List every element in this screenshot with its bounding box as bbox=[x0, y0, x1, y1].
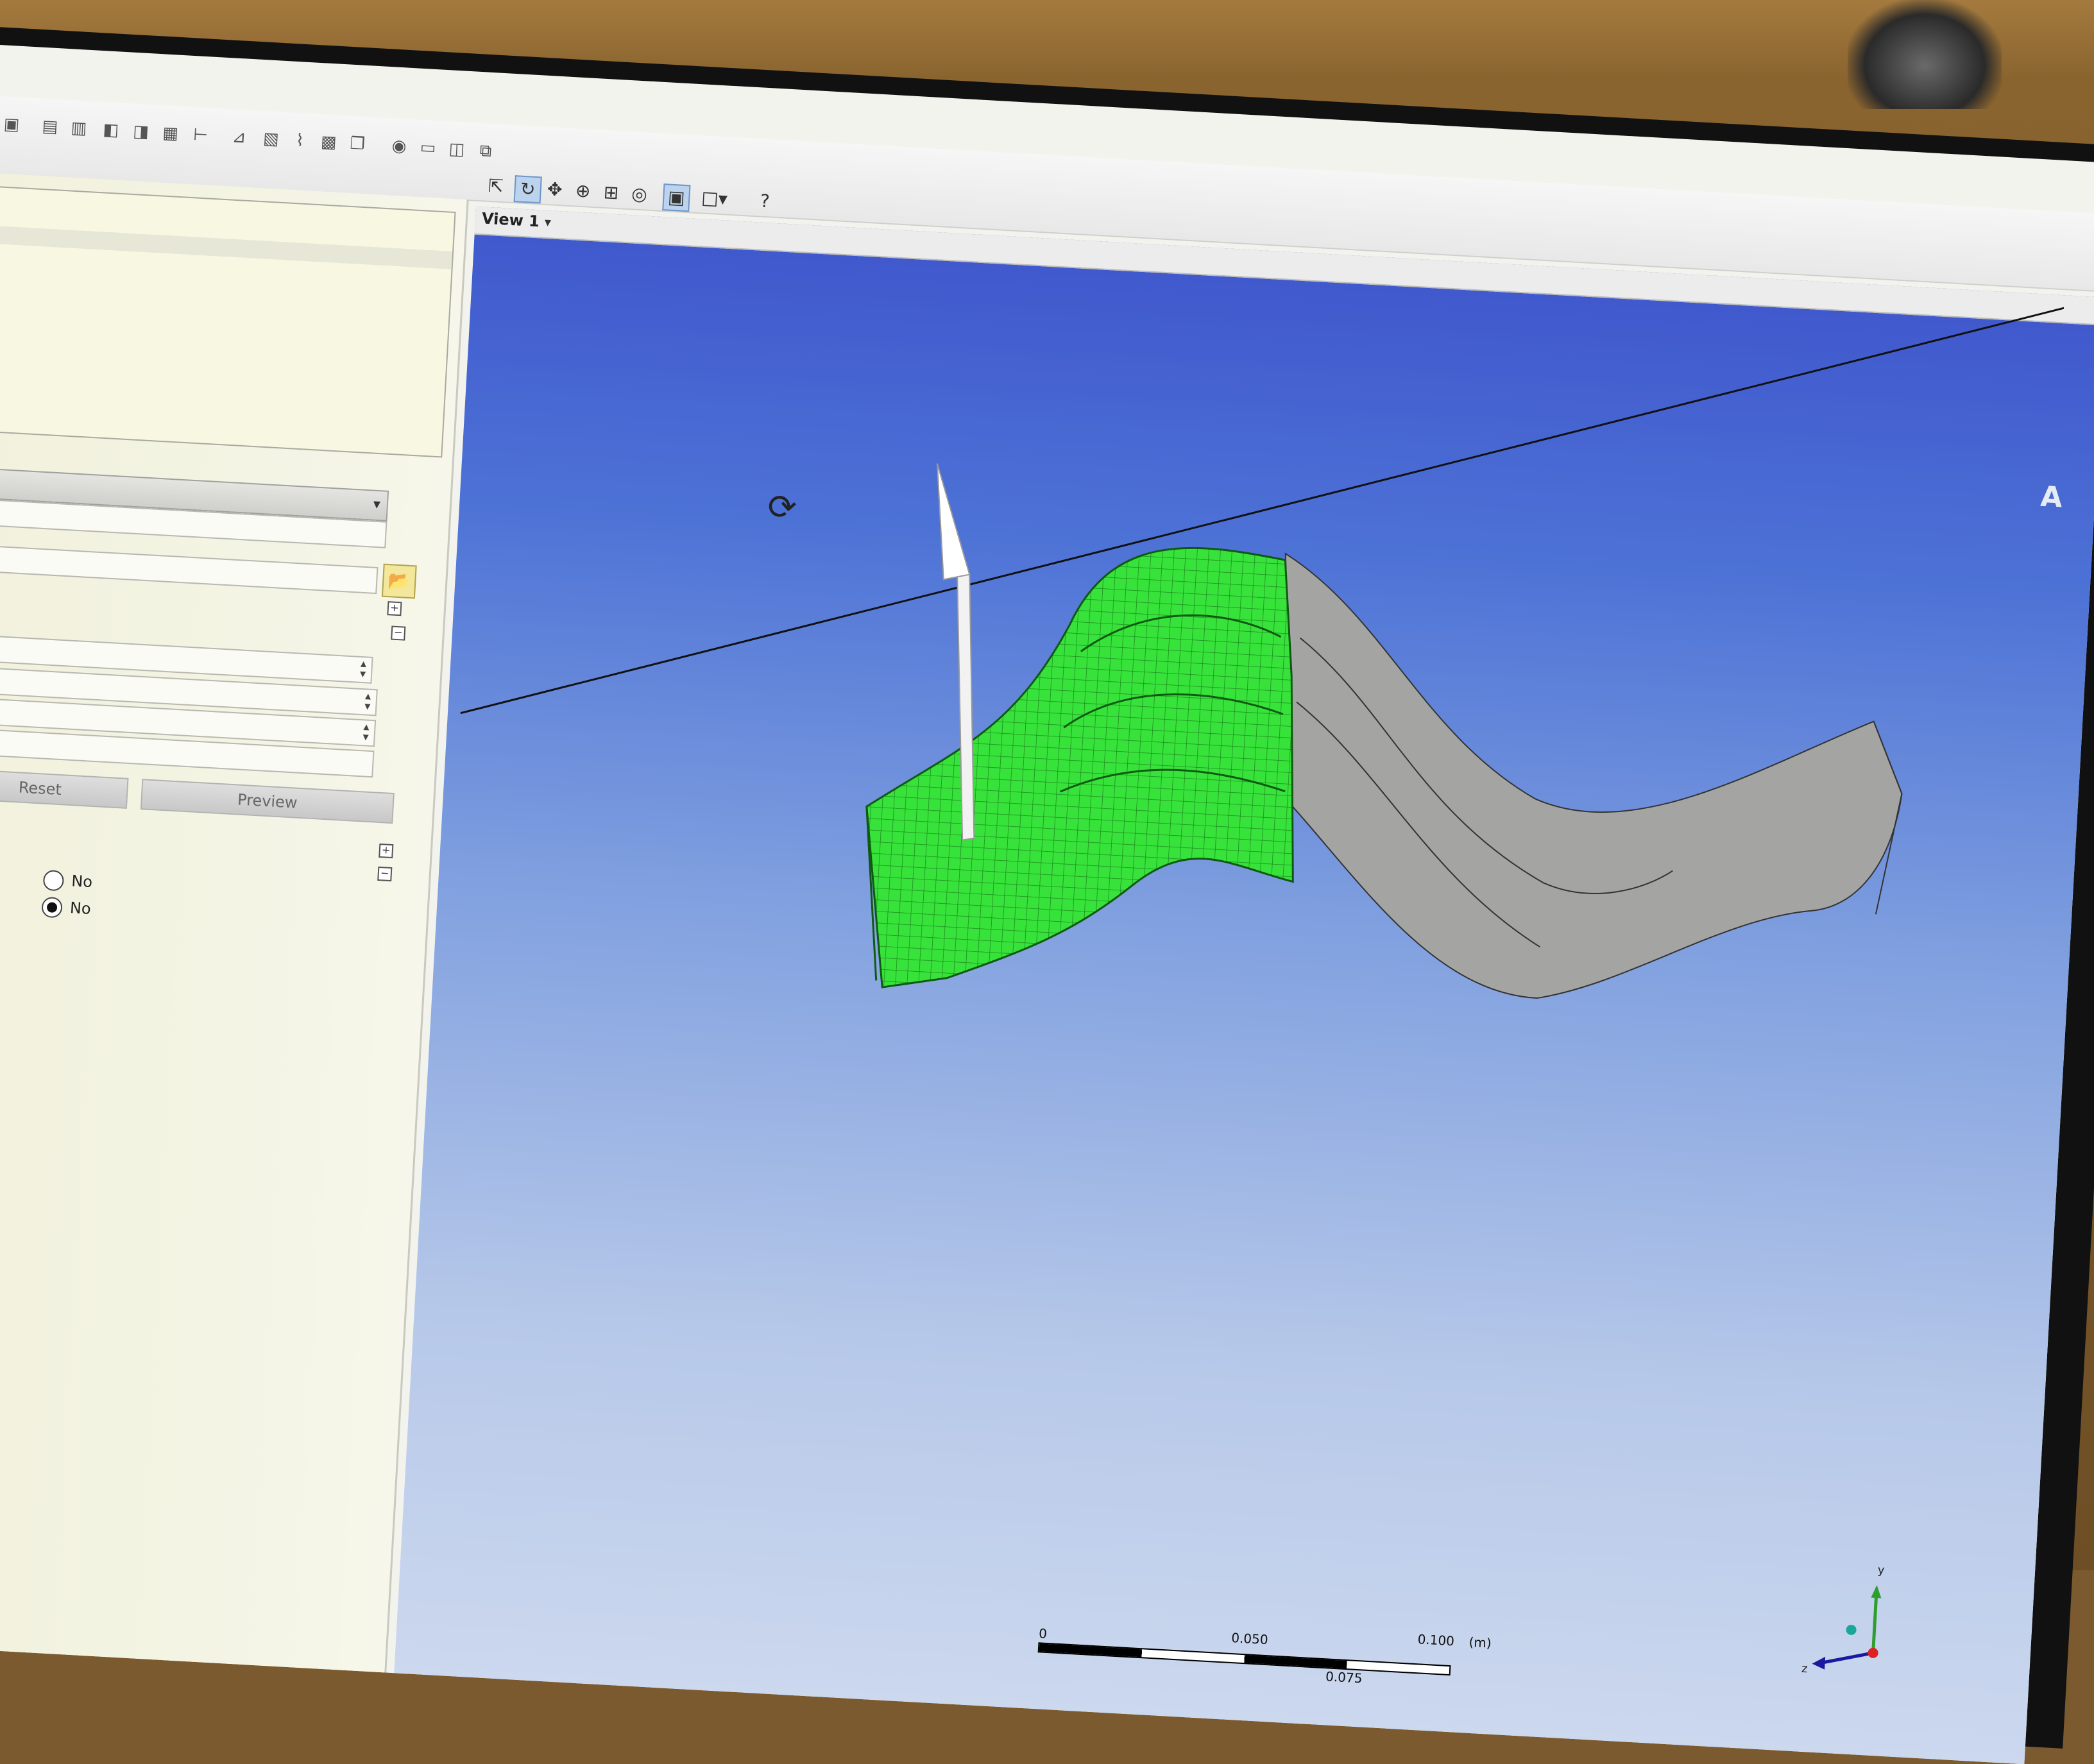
graphics-viewport[interactable]: ⇱ ↻ ✥ ⊕ ⊞ ◎ ▣ □▾ ? View 1 ▾ A ⟳ 0 0.050 … bbox=[393, 175, 2094, 1764]
camera-icon[interactable]: ◉ bbox=[389, 136, 409, 157]
rotation-arrow-head bbox=[936, 463, 971, 581]
scale-label-075: 0.075 bbox=[1325, 1668, 1363, 1686]
scale-label-100: 0.100 bbox=[1417, 1631, 1455, 1649]
grid-icon[interactable]: ▩ bbox=[319, 132, 339, 153]
display-style-icon[interactable]: □▾ bbox=[701, 185, 728, 211]
y-axis bbox=[1871, 1595, 1878, 1654]
draft-icon[interactable]: ⊿ bbox=[229, 127, 250, 148]
spinner-icon[interactable]: ▴ ▾ bbox=[360, 657, 367, 681]
help-icon[interactable]: ? bbox=[752, 189, 778, 214]
layer-icon[interactable]: ▧ bbox=[261, 129, 282, 149]
copy-icon[interactable]: ❐ bbox=[347, 134, 368, 155]
collapse-icon[interactable]: − bbox=[377, 866, 393, 882]
file-path-field[interactable] bbox=[0, 544, 379, 595]
rotate-icon[interactable]: ↻ bbox=[513, 175, 542, 204]
details-group-box bbox=[0, 185, 456, 458]
radio-button-checked[interactable] bbox=[41, 896, 63, 919]
radio-label: No bbox=[69, 899, 92, 918]
radio-button[interactable] bbox=[42, 869, 65, 892]
details-header-row bbox=[0, 225, 453, 269]
cube-alt-icon[interactable]: ◨ bbox=[131, 122, 151, 142]
reset-button[interactable]: Reset bbox=[0, 768, 129, 809]
preview-button[interactable]: Preview bbox=[140, 779, 395, 824]
tree-icon[interactable]: ⊢ bbox=[191, 125, 211, 146]
frame-icon[interactable]: ▣ bbox=[662, 183, 691, 212]
pipe-icon[interactable]: ⌇ bbox=[290, 131, 311, 151]
x-axis-marker bbox=[1868, 1647, 1878, 1658]
pan-icon[interactable]: ✥ bbox=[542, 177, 568, 203]
application-window: ▣ ▤ ▥ ◧ ◨ ▦ ⊢ ⊿ ▧ ⌇ ▩ ❐ ◉ ▭ ◫ ⧉ ▾ 📂 + − … bbox=[0, 45, 2094, 1764]
z-axis-head bbox=[1812, 1656, 1826, 1670]
solid-icon[interactable]: ▤ bbox=[40, 117, 60, 137]
3d-scene[interactable]: ⟳ bbox=[396, 207, 2064, 1717]
cube-icon[interactable]: ◧ bbox=[101, 120, 121, 140]
select-cursor-icon[interactable]: ⇱ bbox=[483, 173, 509, 199]
expand-icon[interactable]: + bbox=[387, 601, 402, 616]
z-axis bbox=[1821, 1651, 1874, 1665]
y-axis-head bbox=[1871, 1585, 1882, 1599]
panel-icon[interactable]: ◫ bbox=[447, 139, 467, 160]
block-icon[interactable]: ▦ bbox=[160, 123, 181, 144]
triad-point bbox=[1846, 1624, 1857, 1635]
scale-label-0: 0 bbox=[1038, 1625, 1048, 1641]
gray-passage-body bbox=[1284, 552, 1903, 999]
expand-icon[interactable]: + bbox=[379, 843, 394, 859]
axis-triad bbox=[1812, 1585, 1882, 1670]
bar-icon[interactable]: ▥ bbox=[69, 118, 89, 139]
window-icon[interactable]: ▭ bbox=[418, 138, 438, 158]
radio-label: No bbox=[71, 872, 93, 892]
zoom-fit-icon[interactable]: ◎ bbox=[627, 182, 652, 207]
box-icon[interactable]: ▣ bbox=[1, 114, 22, 135]
split-icon[interactable]: ⧉ bbox=[475, 141, 496, 162]
zoom-box-icon[interactable]: ⊞ bbox=[599, 180, 624, 206]
radio-option-2[interactable]: No bbox=[41, 896, 91, 919]
scale-unit: (m) bbox=[1468, 1634, 1492, 1651]
scale-track bbox=[1037, 1642, 1451, 1676]
scale-label-050: 0.050 bbox=[1230, 1630, 1269, 1648]
details-panel: ▾ 📂 + − ▴ ▾ ▴ ▾ ▴ ▾ Reset Preview + − No No bbox=[0, 173, 469, 1737]
folder-open-icon[interactable]: 📂 bbox=[381, 563, 417, 599]
background-bottle bbox=[1848, 0, 2002, 109]
spinner-icon[interactable]: ▴ ▾ bbox=[364, 689, 371, 713]
spinner-icon[interactable]: ▴ ▾ bbox=[362, 720, 370, 743]
collapse-icon[interactable]: − bbox=[391, 625, 406, 641]
z-axis-label: z bbox=[1801, 1661, 1809, 1676]
green-mesh-passage bbox=[865, 547, 1294, 988]
chevron-down-icon: ▾ bbox=[373, 496, 381, 513]
zoom-icon[interactable]: ⊕ bbox=[570, 178, 596, 204]
radio-option-1[interactable]: No bbox=[42, 869, 93, 892]
rotate-cursor-icon: ⟳ bbox=[767, 486, 798, 528]
